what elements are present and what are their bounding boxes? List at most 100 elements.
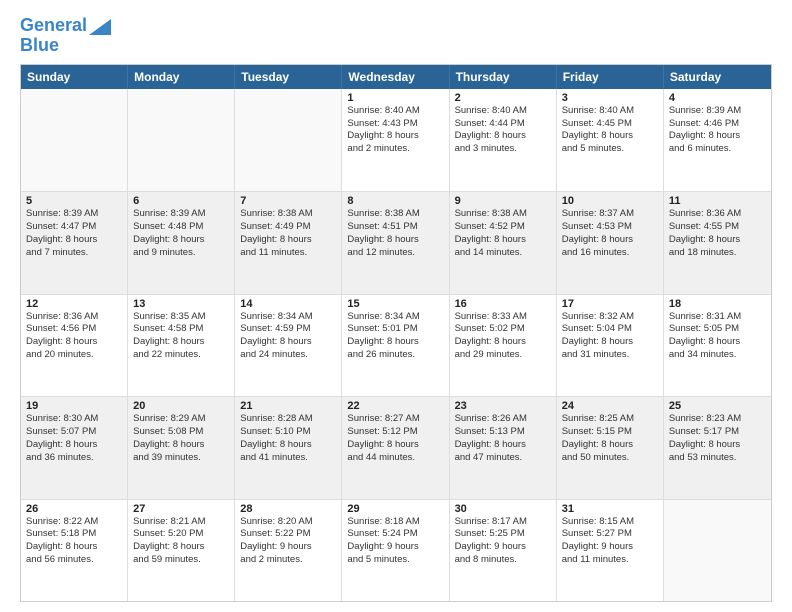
day-info: Sunrise: 8:36 AM Sunset: 4:55 PM Dayligh… [669, 208, 766, 259]
week-row-4: 19Sunrise: 8:30 AM Sunset: 5:07 PM Dayli… [21, 396, 771, 498]
day-cell-29: 29Sunrise: 8:18 AM Sunset: 5:24 PM Dayli… [342, 500, 449, 601]
day-number: 21 [240, 400, 336, 412]
day-cell-7: 7Sunrise: 8:38 AM Sunset: 4:49 PM Daylig… [235, 192, 342, 293]
day-number: 27 [133, 503, 229, 515]
day-number: 13 [133, 298, 229, 310]
header-day-tuesday: Tuesday [235, 65, 342, 89]
header-day-friday: Friday [557, 65, 664, 89]
empty-cell [664, 500, 771, 601]
day-cell-2: 2Sunrise: 8:40 AM Sunset: 4:44 PM Daylig… [450, 89, 557, 191]
day-number: 1 [347, 92, 443, 104]
day-cell-21: 21Sunrise: 8:28 AM Sunset: 5:10 PM Dayli… [235, 397, 342, 498]
day-cell-15: 15Sunrise: 8:34 AM Sunset: 5:01 PM Dayli… [342, 295, 449, 396]
day-info: Sunrise: 8:40 AM Sunset: 4:43 PM Dayligh… [347, 105, 443, 156]
day-info: Sunrise: 8:35 AM Sunset: 4:58 PM Dayligh… [133, 311, 229, 362]
day-cell-14: 14Sunrise: 8:34 AM Sunset: 4:59 PM Dayli… [235, 295, 342, 396]
day-number: 26 [26, 503, 122, 515]
day-cell-13: 13Sunrise: 8:35 AM Sunset: 4:58 PM Dayli… [128, 295, 235, 396]
day-cell-3: 3Sunrise: 8:40 AM Sunset: 4:45 PM Daylig… [557, 89, 664, 191]
day-info: Sunrise: 8:34 AM Sunset: 4:59 PM Dayligh… [240, 311, 336, 362]
day-number: 5 [26, 195, 122, 207]
logo-blue: Blue [20, 35, 59, 55]
day-number: 7 [240, 195, 336, 207]
day-cell-9: 9Sunrise: 8:38 AM Sunset: 4:52 PM Daylig… [450, 192, 557, 293]
day-cell-12: 12Sunrise: 8:36 AM Sunset: 4:56 PM Dayli… [21, 295, 128, 396]
day-number: 14 [240, 298, 336, 310]
day-number: 17 [562, 298, 658, 310]
day-info: Sunrise: 8:15 AM Sunset: 5:27 PM Dayligh… [562, 516, 658, 567]
day-info: Sunrise: 8:40 AM Sunset: 4:44 PM Dayligh… [455, 105, 551, 156]
day-info: Sunrise: 8:31 AM Sunset: 5:05 PM Dayligh… [669, 311, 766, 362]
day-info: Sunrise: 8:30 AM Sunset: 5:07 PM Dayligh… [26, 413, 122, 464]
day-number: 9 [455, 195, 551, 207]
day-cell-16: 16Sunrise: 8:33 AM Sunset: 5:02 PM Dayli… [450, 295, 557, 396]
header-day-saturday: Saturday [664, 65, 771, 89]
day-number: 4 [669, 92, 766, 104]
header-day-thursday: Thursday [450, 65, 557, 89]
header-day-monday: Monday [128, 65, 235, 89]
day-cell-24: 24Sunrise: 8:25 AM Sunset: 5:15 PM Dayli… [557, 397, 664, 498]
header: General Blue [20, 16, 772, 56]
day-info: Sunrise: 8:27 AM Sunset: 5:12 PM Dayligh… [347, 413, 443, 464]
empty-cell [235, 89, 342, 191]
day-info: Sunrise: 8:17 AM Sunset: 5:25 PM Dayligh… [455, 516, 551, 567]
day-info: Sunrise: 8:34 AM Sunset: 5:01 PM Dayligh… [347, 311, 443, 362]
day-info: Sunrise: 8:40 AM Sunset: 4:45 PM Dayligh… [562, 105, 658, 156]
day-info: Sunrise: 8:36 AM Sunset: 4:56 PM Dayligh… [26, 311, 122, 362]
day-info: Sunrise: 8:33 AM Sunset: 5:02 PM Dayligh… [455, 311, 551, 362]
day-number: 11 [669, 195, 766, 207]
day-cell-4: 4Sunrise: 8:39 AM Sunset: 4:46 PM Daylig… [664, 89, 771, 191]
day-number: 12 [26, 298, 122, 310]
page: General Blue SundayMondayTuesdayWednesda… [0, 0, 792, 612]
day-cell-10: 10Sunrise: 8:37 AM Sunset: 4:53 PM Dayli… [557, 192, 664, 293]
calendar: SundayMondayTuesdayWednesdayThursdayFrid… [20, 64, 772, 602]
day-info: Sunrise: 8:21 AM Sunset: 5:20 PM Dayligh… [133, 516, 229, 567]
day-number: 18 [669, 298, 766, 310]
day-info: Sunrise: 8:25 AM Sunset: 5:15 PM Dayligh… [562, 413, 658, 464]
day-number: 25 [669, 400, 766, 412]
day-number: 19 [26, 400, 122, 412]
day-cell-26: 26Sunrise: 8:22 AM Sunset: 5:18 PM Dayli… [21, 500, 128, 601]
day-cell-22: 22Sunrise: 8:27 AM Sunset: 5:12 PM Dayli… [342, 397, 449, 498]
day-number: 30 [455, 503, 551, 515]
day-info: Sunrise: 8:39 AM Sunset: 4:48 PM Dayligh… [133, 208, 229, 259]
day-info: Sunrise: 8:37 AM Sunset: 4:53 PM Dayligh… [562, 208, 658, 259]
day-number: 20 [133, 400, 229, 412]
day-number: 28 [240, 503, 336, 515]
week-row-3: 12Sunrise: 8:36 AM Sunset: 4:56 PM Dayli… [21, 294, 771, 396]
logo-text: General [20, 16, 87, 36]
logo-icon [89, 19, 111, 35]
day-info: Sunrise: 8:28 AM Sunset: 5:10 PM Dayligh… [240, 413, 336, 464]
day-number: 6 [133, 195, 229, 207]
day-number: 29 [347, 503, 443, 515]
day-info: Sunrise: 8:39 AM Sunset: 4:46 PM Dayligh… [669, 105, 766, 156]
day-info: Sunrise: 8:38 AM Sunset: 4:51 PM Dayligh… [347, 208, 443, 259]
day-number: 15 [347, 298, 443, 310]
day-cell-6: 6Sunrise: 8:39 AM Sunset: 4:48 PM Daylig… [128, 192, 235, 293]
day-info: Sunrise: 8:32 AM Sunset: 5:04 PM Dayligh… [562, 311, 658, 362]
day-cell-5: 5Sunrise: 8:39 AM Sunset: 4:47 PM Daylig… [21, 192, 128, 293]
day-info: Sunrise: 8:23 AM Sunset: 5:17 PM Dayligh… [669, 413, 766, 464]
day-number: 3 [562, 92, 658, 104]
day-cell-31: 31Sunrise: 8:15 AM Sunset: 5:27 PM Dayli… [557, 500, 664, 601]
day-cell-1: 1Sunrise: 8:40 AM Sunset: 4:43 PM Daylig… [342, 89, 449, 191]
day-cell-27: 27Sunrise: 8:21 AM Sunset: 5:20 PM Dayli… [128, 500, 235, 601]
day-info: Sunrise: 8:26 AM Sunset: 5:13 PM Dayligh… [455, 413, 551, 464]
day-number: 22 [347, 400, 443, 412]
day-cell-30: 30Sunrise: 8:17 AM Sunset: 5:25 PM Dayli… [450, 500, 557, 601]
day-cell-28: 28Sunrise: 8:20 AM Sunset: 5:22 PM Dayli… [235, 500, 342, 601]
day-cell-23: 23Sunrise: 8:26 AM Sunset: 5:13 PM Dayli… [450, 397, 557, 498]
empty-cell [21, 89, 128, 191]
day-cell-17: 17Sunrise: 8:32 AM Sunset: 5:04 PM Dayli… [557, 295, 664, 396]
day-number: 16 [455, 298, 551, 310]
day-number: 2 [455, 92, 551, 104]
logo: General Blue [20, 16, 111, 56]
calendar-header: SundayMondayTuesdayWednesdayThursdayFrid… [21, 65, 771, 89]
calendar-body: 1Sunrise: 8:40 AM Sunset: 4:43 PM Daylig… [21, 89, 771, 601]
day-info: Sunrise: 8:38 AM Sunset: 4:49 PM Dayligh… [240, 208, 336, 259]
logo-general: General [20, 15, 87, 35]
header-day-sunday: Sunday [21, 65, 128, 89]
day-cell-20: 20Sunrise: 8:29 AM Sunset: 5:08 PM Dayli… [128, 397, 235, 498]
day-info: Sunrise: 8:29 AM Sunset: 5:08 PM Dayligh… [133, 413, 229, 464]
day-info: Sunrise: 8:38 AM Sunset: 4:52 PM Dayligh… [455, 208, 551, 259]
